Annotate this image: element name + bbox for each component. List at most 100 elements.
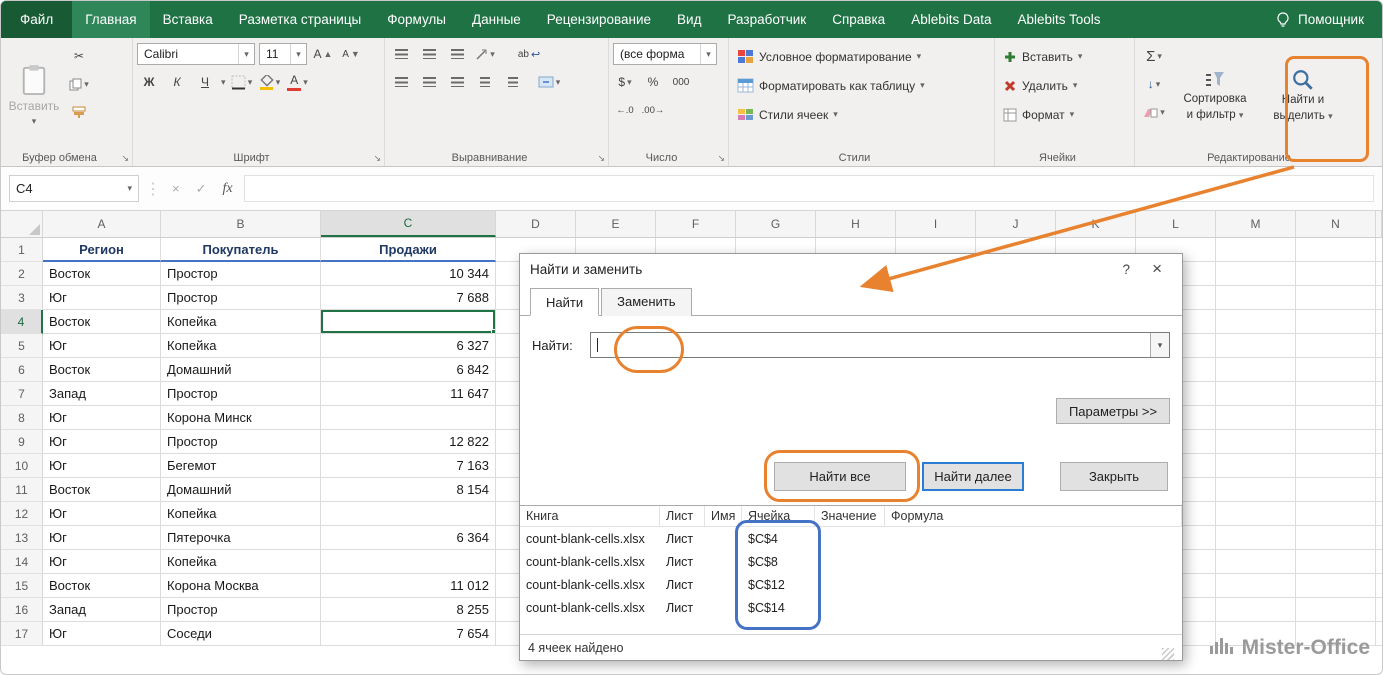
align-left-button[interactable] [389, 71, 413, 93]
cell-a8[interactable]: Юг [43, 406, 161, 430]
tab-ablebits-data[interactable]: Ablebits Data [898, 1, 1004, 38]
row-header-6[interactable]: 6 [1, 358, 43, 382]
clipboard-dialog-launcher-icon[interactable]: ↘ [121, 153, 129, 164]
row-header-16[interactable]: 16 [1, 598, 43, 622]
cell-a11[interactable]: Восток [43, 478, 161, 502]
tab-file[interactable]: Файл [1, 1, 72, 38]
column-header-h[interactable]: H [816, 211, 896, 237]
format-as-table-button[interactable]: Форматировать как таблицу ▾ [733, 72, 990, 99]
row-header-9[interactable]: 9 [1, 430, 43, 454]
cut-button[interactable]: ✂ [67, 45, 91, 67]
cell-c16[interactable]: 8 255 [321, 598, 496, 622]
cell-c11[interactable]: 8 154 [321, 478, 496, 502]
row-header-12[interactable]: 12 [1, 502, 43, 526]
cell-a10[interactable]: Юг [43, 454, 161, 478]
cell-c7[interactable]: 11 647 [321, 382, 496, 406]
options-button[interactable]: Параметры >> [1056, 398, 1170, 424]
row-header-2[interactable]: 2 [1, 262, 43, 286]
tab-page-layout[interactable]: Разметка страницы [226, 1, 374, 38]
resize-grip[interactable] [1162, 648, 1174, 660]
dialog-close-icon[interactable]: × [1142, 259, 1172, 279]
cell-a17[interactable]: Юг [43, 622, 161, 646]
clear-button[interactable]: ▾ [1139, 101, 1169, 123]
cell-b4[interactable]: Копейка [161, 310, 321, 334]
column-header-n[interactable]: N [1296, 211, 1376, 237]
cell-c17[interactable]: 7 654 [321, 622, 496, 646]
column-header-j[interactable]: J [976, 211, 1056, 237]
tab-developer[interactable]: Разработчик [714, 1, 819, 38]
select-all-corner[interactable] [1, 211, 43, 237]
column-header-m[interactable]: M [1216, 211, 1296, 237]
row-header-7[interactable]: 7 [1, 382, 43, 406]
find-what-input-area[interactable] [591, 333, 1150, 357]
orientation-button[interactable]: ▾ [473, 43, 497, 65]
fill-color-button[interactable]: ▾ [258, 71, 282, 93]
cell-a12[interactable]: Юг [43, 502, 161, 526]
cell-c15[interactable]: 11 012 [321, 574, 496, 598]
cell-a7[interactable]: Запад [43, 382, 161, 406]
cell-c5[interactable]: 6 327 [321, 334, 496, 358]
cell-a2[interactable]: Восток [43, 262, 161, 286]
cell-c10[interactable]: 7 163 [321, 454, 496, 478]
cell-b8[interactable]: Корона Минск [161, 406, 321, 430]
column-header-k[interactable]: K [1056, 211, 1136, 237]
tab-ablebits-tools[interactable]: Ablebits Tools [1004, 1, 1113, 38]
cell-b11[interactable]: Домашний [161, 478, 321, 502]
cell-a6[interactable]: Восток [43, 358, 161, 382]
cell-c1[interactable]: Продажи [321, 238, 496, 262]
cell-b16[interactable]: Простор [161, 598, 321, 622]
merge-center-button[interactable]: ▾ [537, 71, 561, 93]
cell-b7[interactable]: Простор [161, 382, 321, 406]
cell-b17[interactable]: Соседи [161, 622, 321, 646]
confirm-entry-button[interactable]: ✓ [191, 181, 212, 197]
cell-c2[interactable]: 10 344 [321, 262, 496, 286]
cell-c13[interactable]: 6 364 [321, 526, 496, 550]
row-header-10[interactable]: 10 [1, 454, 43, 478]
sort-filter-button[interactable]: Сортировка и фильтр ▾ [1173, 43, 1257, 148]
row-header-3[interactable]: 3 [1, 286, 43, 310]
results-header-cell[interactable]: Ячейка [742, 506, 815, 526]
cell-b10[interactable]: Бегемот [161, 454, 321, 478]
combo-dropdown-icon[interactable]: ▾ [1150, 333, 1169, 357]
cell-a13[interactable]: Юг [43, 526, 161, 550]
decrease-decimal-button[interactable]: .00→ [641, 99, 665, 121]
percent-format-button[interactable]: % [641, 71, 665, 93]
results-header-name[interactable]: Имя [705, 506, 742, 526]
underline-button[interactable]: Ч [193, 71, 217, 93]
font-color-button[interactable]: А ▾ [286, 71, 310, 93]
tab-help[interactable]: Справка [819, 1, 898, 38]
column-header-b[interactable]: B [161, 211, 321, 237]
result-row-4[interactable]: count-blank-cells.xlsx Лист $C$14 [520, 596, 1182, 619]
column-header-g[interactable]: G [736, 211, 816, 237]
column-header-f[interactable]: F [656, 211, 736, 237]
autosum-button[interactable]: Σ▾ [1139, 45, 1169, 67]
align-right-button[interactable] [445, 71, 469, 93]
row-header-8[interactable]: 8 [1, 406, 43, 430]
align-bottom-button[interactable] [445, 43, 469, 65]
italic-button[interactable]: К [165, 71, 189, 93]
formula-input[interactable] [244, 175, 1374, 202]
format-painter-button[interactable] [67, 101, 91, 123]
cell-c14[interactable] [321, 550, 496, 574]
results-header-sheet[interactable]: Лист [660, 506, 705, 526]
cell-b12[interactable]: Копейка [161, 502, 321, 526]
cell-b2[interactable]: Простор [161, 262, 321, 286]
number-format-combo[interactable]: (все форма▾ [613, 43, 717, 65]
cell-b15[interactable]: Корона Москва [161, 574, 321, 598]
close-button[interactable]: Закрыть [1060, 462, 1168, 491]
cell-a9[interactable]: Юг [43, 430, 161, 454]
cell-b14[interactable]: Копейка [161, 550, 321, 574]
decrease-font-button[interactable]: А▼ [339, 43, 363, 65]
tab-find[interactable]: Найти [530, 288, 599, 316]
cell-b9[interactable]: Простор [161, 430, 321, 454]
row-header-14[interactable]: 14 [1, 550, 43, 574]
bold-button[interactable]: Ж [137, 71, 161, 93]
fill-button[interactable]: ↓▾ [1139, 73, 1169, 95]
chevron-down-icon[interactable]: ▾ [221, 77, 226, 88]
font-dialog-launcher-icon[interactable]: ↘ [373, 153, 381, 164]
cell-b3[interactable]: Простор [161, 286, 321, 310]
dialog-help-button[interactable]: ? [1111, 262, 1143, 277]
comma-format-button[interactable]: 000 [669, 71, 693, 93]
tab-formulas[interactable]: Формулы [374, 1, 459, 38]
cell-b1[interactable]: Покупатель [161, 238, 321, 262]
